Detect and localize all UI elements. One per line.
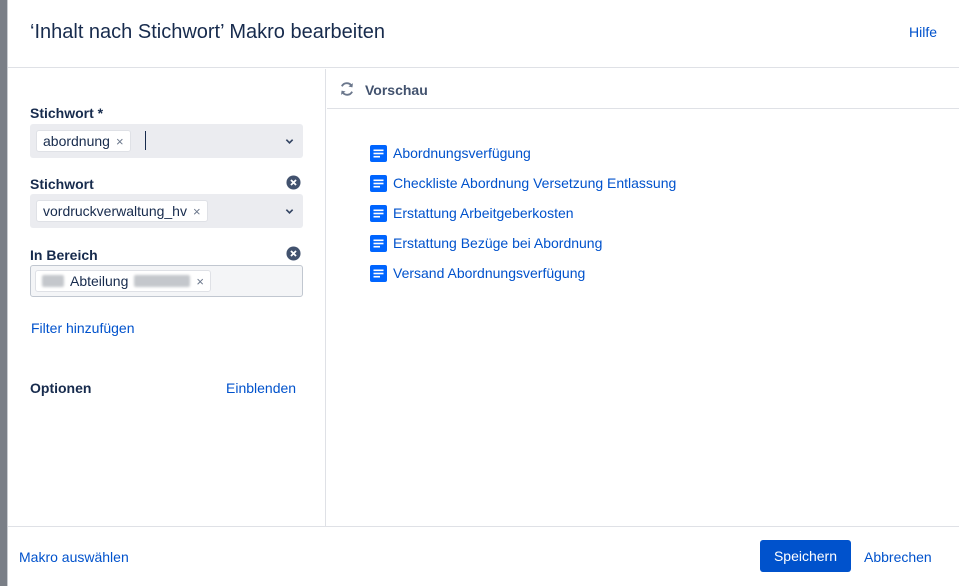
chip-remove-icon[interactable]: × [193,204,201,219]
dialog-footer: Makro auswählen Speichern Abbrechen [8,526,959,586]
options-label: Optionen [30,380,92,396]
select-macro-link[interactable]: Makro auswählen [19,549,129,565]
cancel-link[interactable]: Abbrechen [864,549,932,565]
clear-circle-icon[interactable] [286,175,301,190]
dialog-header: ‘Inhalt nach Stichwort’ Makro bearbeiten… [8,0,959,68]
clear-circle-icon[interactable] [286,246,301,261]
space-chip: Abteilung × [35,270,211,292]
chip-label: abordnung [43,133,110,149]
page-icon [370,265,387,282]
stichwort-select-required[interactable]: abordnung × [30,124,303,158]
result-link[interactable]: Erstattung Bezüge bei Abordnung [393,235,602,252]
chip-label: Abteilung [70,273,129,289]
show-options-link[interactable]: Einblenden [226,380,296,396]
result-list: Abordnungsverfügung Checkliste Abordnung… [370,145,676,295]
chevron-down-icon[interactable] [285,137,294,146]
preview-label: Vorschau [365,82,428,98]
list-item[interactable]: Erstattung Bezüge bei Abordnung [370,235,676,265]
preview-header: Vorschau [327,69,959,109]
page-icon [370,175,387,192]
list-item[interactable]: Abordnungsverfügung [370,145,676,175]
chip-remove-icon[interactable]: × [196,274,204,289]
space-select[interactable]: Abteilung × [30,265,303,297]
chip-remove-icon[interactable]: × [116,134,124,149]
macro-dialog: ‘Inhalt nach Stichwort’ Makro bearbeiten… [7,0,959,586]
list-item[interactable]: Erstattung Arbeitgeberkosten [370,205,676,235]
chip-label: vordruckverwaltung_hv [43,203,187,219]
result-link[interactable]: Erstattung Arbeitgeberkosten [393,205,574,222]
result-link[interactable]: Checkliste Abordnung Versetzung Entlassu… [393,175,676,192]
page-icon [370,205,387,222]
list-item[interactable]: Versand Abordnungsverfügung [370,265,676,295]
stichwort-select[interactable]: vordruckverwaltung_hv × [30,194,303,228]
field-label-stichwort: Stichwort [30,176,94,192]
list-item[interactable]: Checkliste Abordnung Versetzung Entlassu… [370,175,676,205]
tag-chip: vordruckverwaltung_hv × [36,200,208,222]
page-icon [370,235,387,252]
space-avatar [42,275,64,287]
preview-panel: Vorschau Abordnungsverfügung Checkliste … [327,69,959,526]
tag-chip: abordnung × [36,130,131,152]
help-link[interactable]: Hilfe [909,24,937,40]
field-label-stichwort-required: Stichwort * [30,105,104,121]
filter-panel: Stichwort * abordnung × Stichwort vordru… [8,69,326,526]
field-label-in-bereich: In Bereich [30,247,98,263]
dialog-title: ‘Inhalt nach Stichwort’ Makro bearbeiten [30,21,385,43]
text-cursor [145,131,146,150]
page-icon [370,145,387,162]
refresh-icon[interactable] [338,80,356,98]
result-link[interactable]: Abordnungsverfügung [393,145,531,162]
add-filter-link[interactable]: Filter hinzufügen [31,320,135,336]
redacted-text [134,275,191,287]
chevron-down-icon[interactable] [285,207,294,216]
result-link[interactable]: Versand Abordnungsverfügung [393,265,585,282]
save-button[interactable]: Speichern [760,540,851,572]
